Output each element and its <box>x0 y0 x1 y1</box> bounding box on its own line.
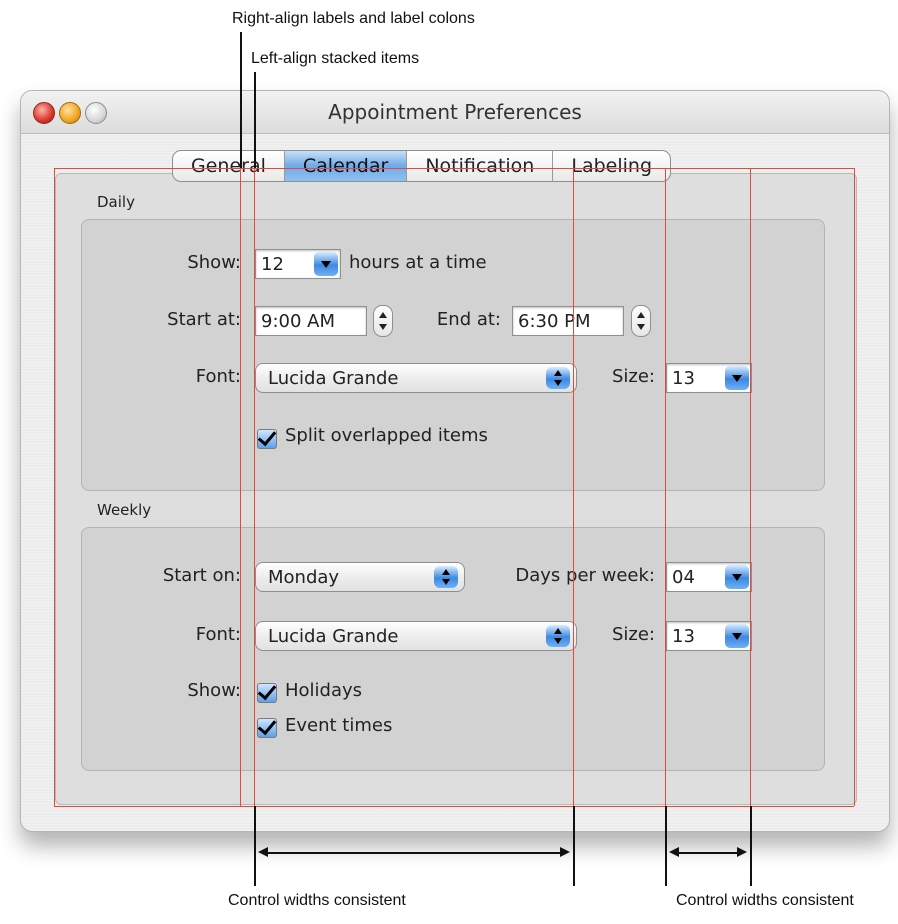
weekly-size-value: 13 <box>672 626 695 647</box>
popup-arrows-icon <box>434 566 458 588</box>
annotation-right-align: Right-align labels and label colons <box>232 10 475 27</box>
daily-start-time-stepper[interactable] <box>373 305 393 337</box>
chevron-down-icon[interactable] <box>725 366 749 390</box>
dim-tick <box>573 806 575 886</box>
guide-stacked-items <box>254 168 255 806</box>
guide-top <box>54 168 854 169</box>
dim-tick <box>254 806 256 886</box>
weekly-days-value: 04 <box>672 567 695 588</box>
daily-size-value: 13 <box>672 368 695 389</box>
weekly-days-label: Days per week: <box>515 565 655 586</box>
holidays-label: Holidays <box>285 680 363 701</box>
daily-hours-combo[interactable]: 12 <box>255 249 341 279</box>
arrow-left-icon <box>258 847 268 857</box>
annotation-control-widths-right: Control widths consistent <box>676 892 854 909</box>
split-overlapped-checkbox[interactable] <box>257 429 277 449</box>
arrow-right-icon <box>737 847 747 857</box>
dim-arrow-left <box>264 852 564 854</box>
guide-bottom <box>54 806 854 807</box>
arrow-right-icon <box>560 847 570 857</box>
weekly-start-day-popup[interactable]: Monday <box>255 562 465 592</box>
split-overlapped-label: Split overlapped items <box>285 425 488 446</box>
weekly-font-value: Lucida Grande <box>268 626 399 647</box>
guide-small-right <box>750 168 751 806</box>
window-title: Appointment Preferences <box>328 100 582 124</box>
weekly-show-label: Show: <box>187 680 241 701</box>
tab-notification[interactable]: Notification <box>406 151 552 181</box>
dim-tick <box>665 806 667 886</box>
daily-font-label: Font: <box>195 366 241 387</box>
guide-label-colons <box>240 168 241 806</box>
weekly-font-label: Font: <box>195 624 241 645</box>
arrow-left-icon <box>669 847 679 857</box>
guide-left <box>54 168 55 806</box>
dim-arrow-right <box>675 852 741 854</box>
annotation-left-align: Left-align stacked items <box>251 50 420 67</box>
tab-labeling[interactable]: Labeling <box>552 151 670 181</box>
chevron-down-icon[interactable] <box>725 565 749 589</box>
weekly-days-combo[interactable]: 04 <box>666 562 752 592</box>
daily-end-time-field[interactable]: 6:30 PM <box>512 306 624 336</box>
tab-general[interactable]: General <box>173 151 284 181</box>
daily-hours-suffix: hours at a time <box>349 252 487 273</box>
guide-right <box>854 168 855 806</box>
daily-start-label: Start at: <box>167 309 241 330</box>
preferences-window: Appointment Preferences General Calendar… <box>20 90 890 832</box>
daily-end-at-label: End at: <box>436 309 501 330</box>
daily-hours-value: 12 <box>261 254 284 275</box>
daily-size-combo[interactable]: 13 <box>666 363 752 393</box>
tab-bar: General Calendar Notification Labeling <box>172 150 671 182</box>
daily-end-time-stepper[interactable] <box>631 305 651 337</box>
chevron-down-icon[interactable] <box>314 252 338 276</box>
weekly-start-day-value: Monday <box>268 567 340 588</box>
daily-start-time-field[interactable]: 9:00 AM <box>255 306 367 336</box>
weekly-size-combo[interactable]: 13 <box>666 621 752 651</box>
daily-size-label: Size: <box>611 366 655 387</box>
weekly-size-label: Size: <box>611 624 655 645</box>
leader-line-right-align <box>240 32 242 168</box>
event-times-checkbox[interactable] <box>257 718 277 738</box>
weekly-section-label: Weekly <box>97 501 152 519</box>
leader-line-left-align <box>254 72 256 168</box>
weekly-start-label: Start on: <box>162 565 241 586</box>
popup-arrows-icon <box>546 625 570 647</box>
daily-show-label: Show: <box>187 252 241 273</box>
guide-control-right <box>573 168 574 806</box>
daily-section-label: Daily <box>97 193 135 211</box>
popup-arrows-icon <box>546 367 570 389</box>
tab-calendar[interactable]: Calendar <box>283 151 407 181</box>
holidays-checkbox[interactable] <box>257 683 277 703</box>
daily-font-value: Lucida Grande <box>268 368 399 389</box>
daily-font-popup[interactable]: Lucida Grande <box>255 363 577 393</box>
event-times-label: Event times <box>285 715 393 736</box>
weekly-font-popup[interactable]: Lucida Grande <box>255 621 577 651</box>
dim-tick <box>750 806 752 886</box>
annotation-control-widths-left: Control widths consistent <box>228 892 406 909</box>
chevron-down-icon[interactable] <box>725 624 749 648</box>
guide-small-left <box>665 168 666 806</box>
title-bar[interactable]: Appointment Preferences <box>21 91 889 134</box>
